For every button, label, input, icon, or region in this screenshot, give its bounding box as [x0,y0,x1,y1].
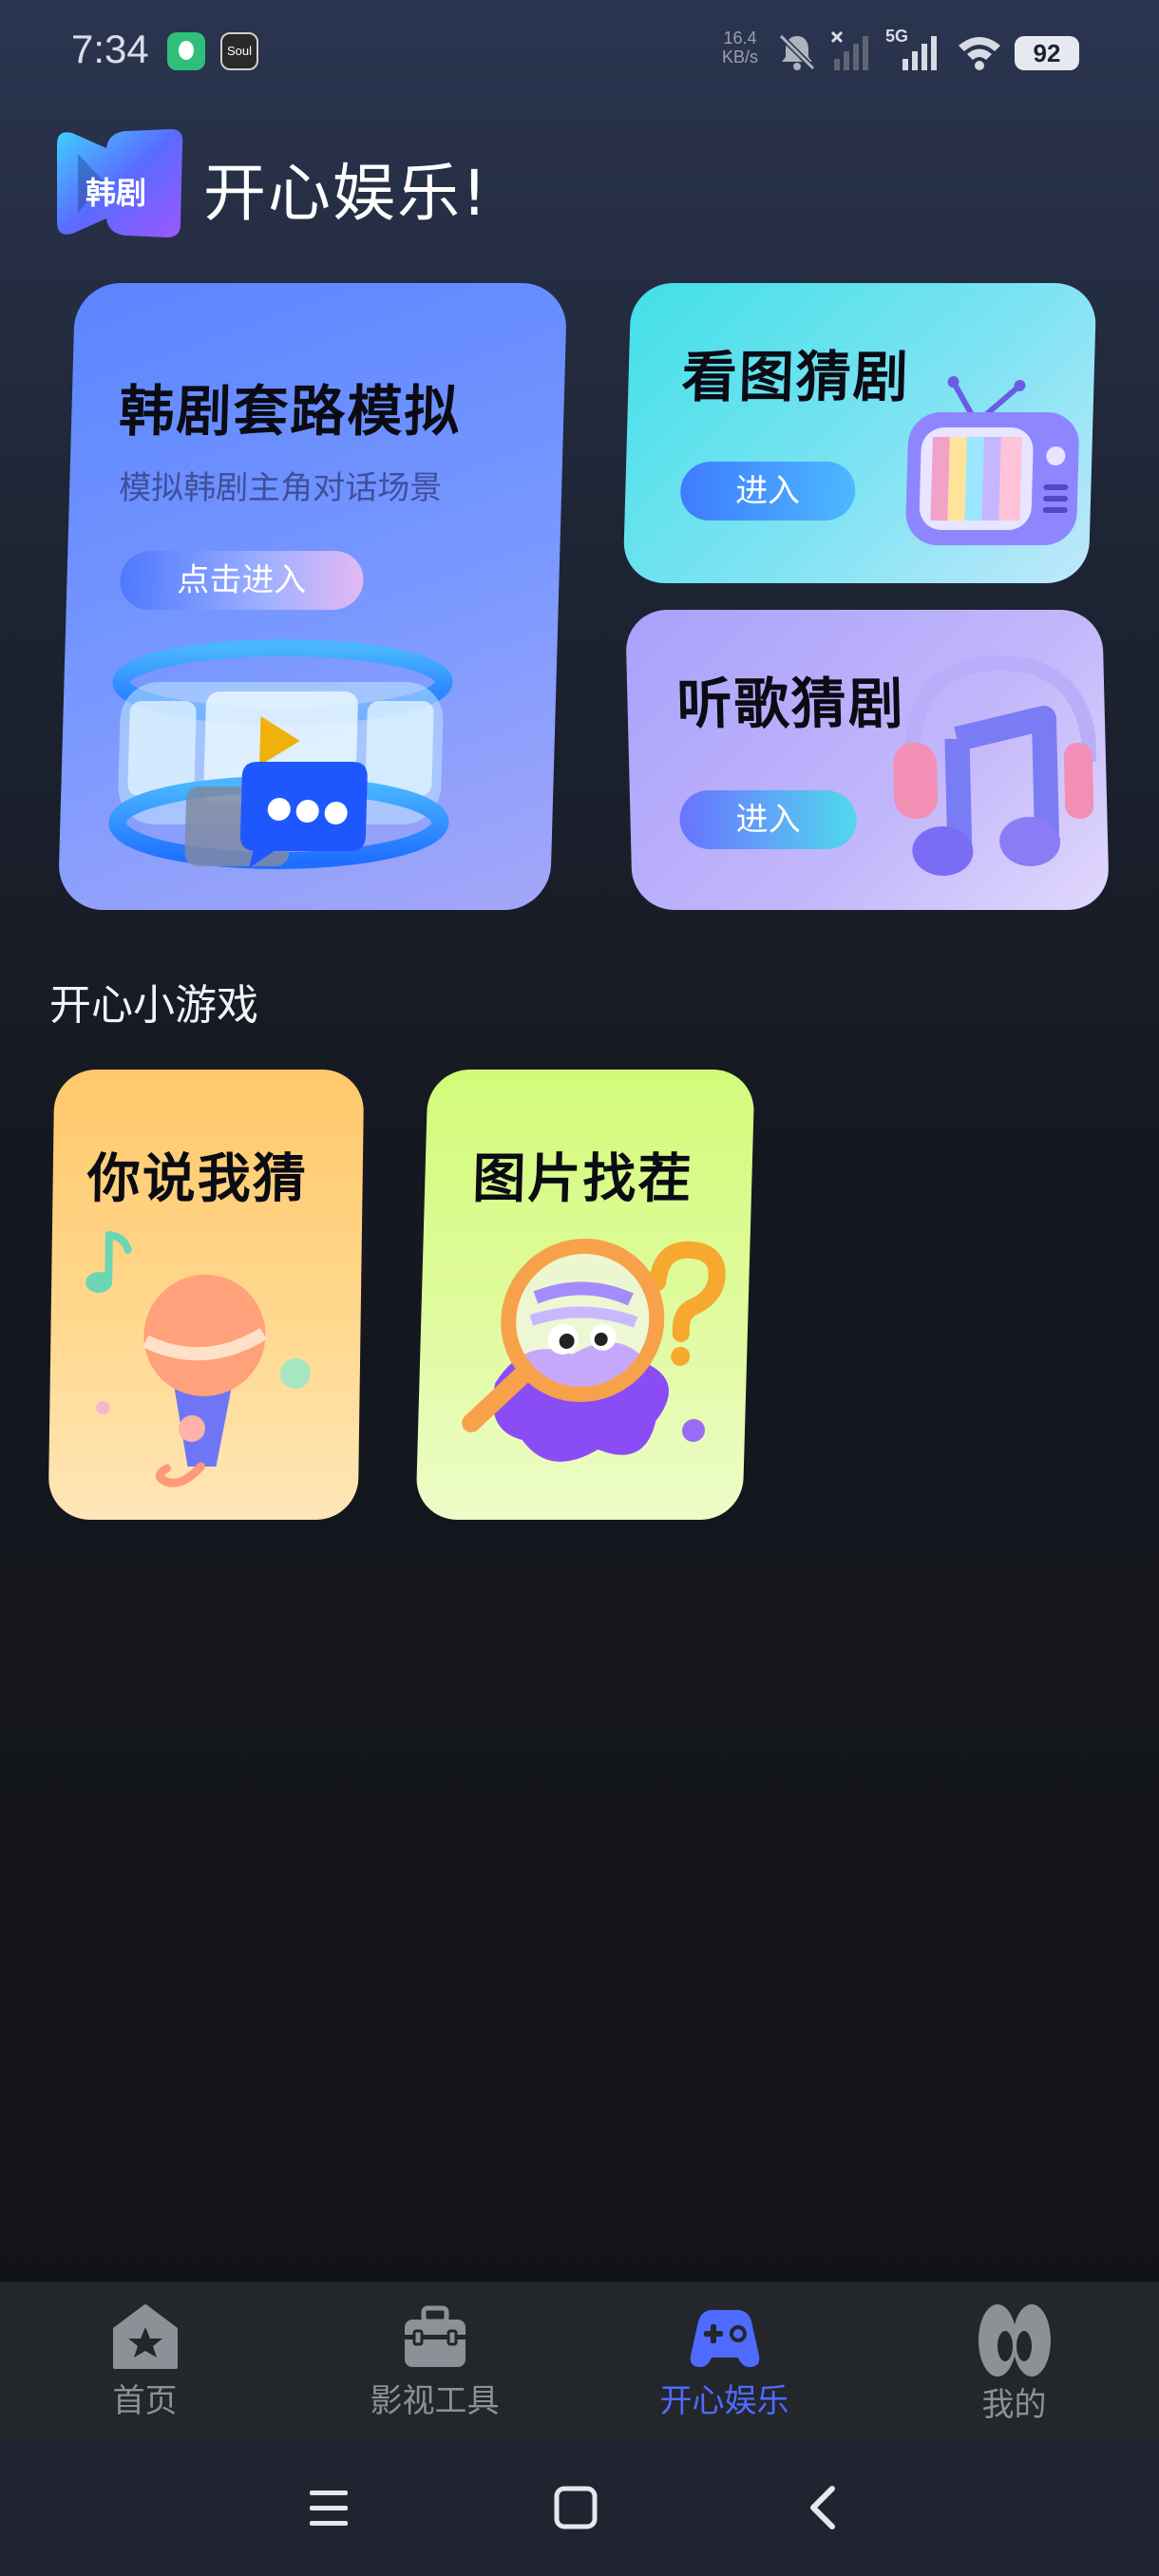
network-speed-value: 16.4 [723,28,757,47]
nav-item-entertainment[interactable]: 开心娱乐 [580,2282,869,2439]
wifi-icon [959,37,1000,70]
film-chat-illustration-icon [108,639,453,869]
page-title: 开心娱乐! [203,157,489,230]
nav-label: 开心娱乐 [659,2382,789,2420]
bottom-navigation: 首页 影视工具 开心娱乐 我的 [0,2282,1159,2439]
nav-label: 首页 [112,2382,178,2420]
card-title: 韩剧套路模拟 [118,379,463,444]
charades-game-card[interactable]: 你说我猜 [48,1070,365,1520]
guess-drama-by-picture-card[interactable]: 看图猜剧 进入 [622,283,1097,583]
card-title: 看图猜剧 [680,345,911,409]
card-title: 听歌猜剧 [675,672,906,736]
enter-simulation-button[interactable]: 点击进入 [119,551,365,610]
card-title: 你说我猜 [86,1148,309,1210]
card-title: 图片找茬 [471,1148,694,1210]
system-navigation-bar [0,2439,1159,2576]
magnifier-question-icon [462,1239,726,1462]
status-time: 7:34 [71,27,149,71]
section-title: 开心小游戏 [49,981,258,1030]
battery-indicator: 92 [1015,36,1079,70]
toolbox-icon [404,2305,466,2367]
profile-eyes-icon [978,2304,1051,2377]
home-square-icon[interactable] [545,2477,606,2538]
menu-icon[interactable] [298,2477,359,2538]
nav-label: 影视工具 [370,2382,500,2420]
back-icon[interactable] [794,2477,855,2538]
retro-tv-icon [905,376,1079,545]
signal-5g-icon [902,36,937,70]
nav-item-home[interactable]: 首页 [0,2282,290,2439]
nav-label: 我的 [981,2386,1047,2424]
headphones-music-note-icon [893,654,1099,876]
card-subtitle: 模拟韩剧主角对话场景 [118,469,443,507]
logo-label: 韩剧 [85,175,146,211]
network-speed: 16.4 KB/s [722,28,758,66]
mute-icon [778,33,816,71]
network-speed-unit: KB/s [722,47,759,66]
enter-guess-picture-button[interactable]: 进入 [679,462,857,521]
guess-drama-by-song-card[interactable]: 听歌猜剧 进入 [625,610,1110,910]
messaging-app-icon [167,32,205,70]
enter-guess-song-button[interactable]: 进入 [678,790,858,849]
korean-drama-simulation-card[interactable]: 韩剧套路模拟 模拟韩剧主角对话场景 点击进入 [57,283,568,910]
home-star-icon [112,2304,178,2369]
signal-no-service-icon [830,30,868,70]
microphone-icon [86,1231,311,1487]
gamepad-icon [690,2309,759,2367]
spot-the-difference-game-card[interactable]: 图片找茬 [415,1070,755,1520]
status-bar: 7:34 Soul 16.4 KB/s 5G 92 [0,0,1159,104]
nav-item-profile[interactable]: 我的 [869,2282,1159,2439]
nav-item-video-tools[interactable]: 影视工具 [290,2282,580,2439]
soul-app-icon: Soul [220,32,258,70]
